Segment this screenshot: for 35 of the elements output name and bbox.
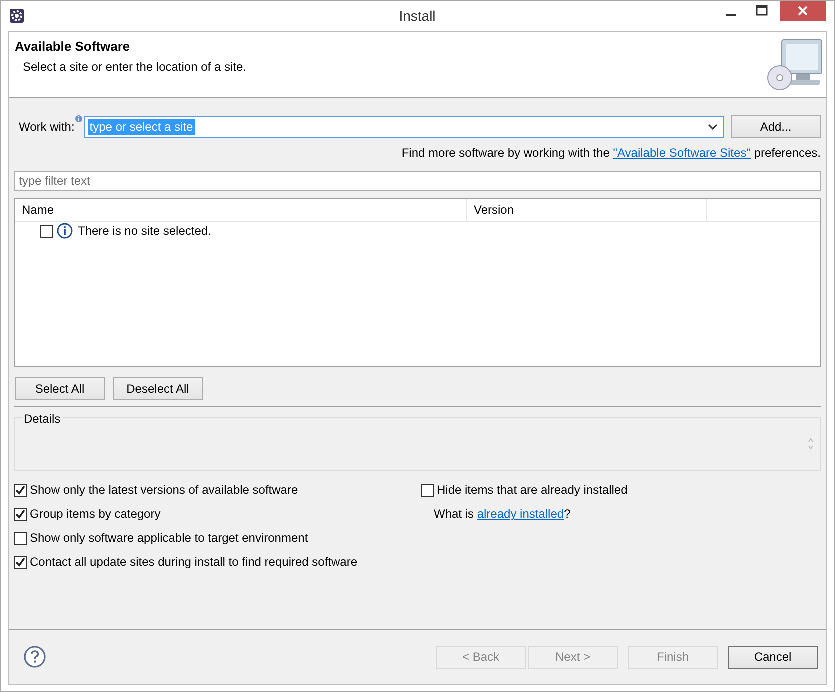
page-title: Available Software [15, 39, 132, 54]
close-icon[interactable] [780, 1, 826, 21]
checkbox[interactable] [14, 532, 27, 544]
checkbox[interactable] [14, 556, 27, 568]
already-installed-link[interactable]: already installed [477, 507, 564, 521]
filter-field[interactable]: type filter text [14, 171, 821, 191]
page-description: Select a site or enter the location of a site. [23, 60, 248, 74]
table-cell: There is no site selected. [78, 224, 212, 238]
installed-question: What is already installed? [434, 507, 571, 521]
checkbox-label: Hide items that are already installed [437, 483, 628, 497]
checkbox-label: Group items by category [30, 507, 161, 521]
checkbox[interactable] [40, 224, 53, 238]
checkbox[interactable] [14, 508, 27, 520]
checkbox-label: Contact all update sites during install to find required software [30, 555, 358, 569]
select-all-button[interactable]: Select All [15, 377, 105, 400]
info-icon [74, 115, 83, 123]
checkbox-label: Show only the latest versions of available software [30, 483, 298, 497]
help-icon[interactable] [24, 646, 46, 668]
deselect-all-button[interactable]: Deselect All [113, 377, 203, 400]
checkbox-label: Show only software applicable to target environment [30, 531, 308, 545]
column-header[interactable]: Name [15, 199, 467, 221]
find-more-text: Find more software by working with the "Available Software Sites" preferences. [402, 146, 821, 160]
sites-link[interactable]: "Available Software Sites" [613, 146, 751, 160]
app-icon [9, 8, 25, 24]
checkbox[interactable] [421, 484, 434, 496]
checkbox[interactable] [14, 484, 27, 496]
field-label: Work with: [19, 120, 75, 134]
column-header[interactable]: Version [467, 199, 707, 221]
caret-icon [708, 124, 718, 130]
scroll-arrows-icon [808, 438, 814, 450]
info-icon [57, 223, 73, 239]
add-button[interactable]: Add... [731, 115, 821, 138]
group-label: Details [23, 412, 62, 426]
window-title: Install [399, 8, 436, 24]
wizard-button[interactable]: Cancel [728, 646, 818, 668]
